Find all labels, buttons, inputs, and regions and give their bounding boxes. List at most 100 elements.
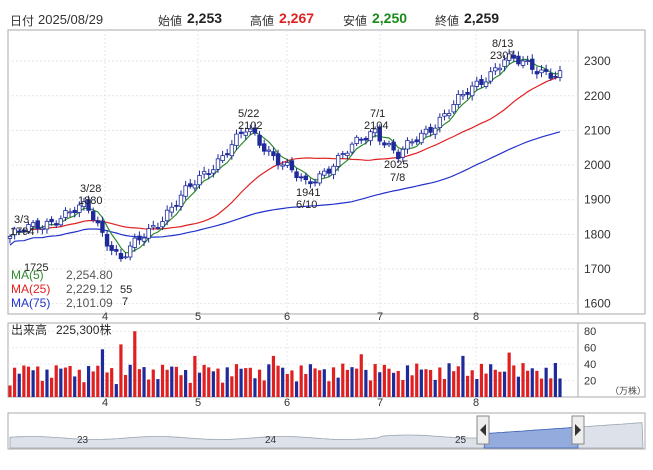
navigator-right-handle[interactable]	[571, 415, 585, 445]
volume-bar	[452, 371, 456, 397]
candle-body	[201, 171, 207, 175]
volume-bar	[553, 362, 557, 397]
candle-body	[197, 175, 202, 186]
annotation-date: 7/1	[370, 108, 385, 120]
candlestick-series	[7, 49, 563, 262]
volume-bar	[276, 365, 280, 397]
volume-bar	[63, 367, 68, 397]
volume-bar	[313, 368, 317, 397]
candle-body	[340, 153, 345, 155]
volume-bar	[225, 367, 229, 397]
volume-bar	[382, 364, 386, 397]
volume-bar	[123, 374, 128, 397]
candle-body	[322, 170, 327, 176]
volume-bar	[8, 385, 12, 397]
candle-body	[49, 218, 54, 223]
annotation-date: 6/10	[296, 199, 317, 211]
candle-body	[100, 220, 105, 233]
annotation-date: 8/13	[492, 38, 513, 50]
volume-bar	[193, 355, 197, 397]
candle-body	[160, 221, 165, 228]
volume-bar	[438, 367, 442, 397]
volume-bar	[114, 384, 118, 397]
candle-body	[525, 60, 530, 63]
volume-bar	[465, 375, 470, 397]
candle-body	[151, 225, 156, 228]
volume-bar	[308, 364, 313, 397]
volume-bar	[331, 367, 336, 397]
price-tick-label: 1600	[584, 297, 611, 311]
navigator-left-handle[interactable]	[476, 415, 490, 445]
volume-bar	[100, 349, 105, 397]
candle-body	[349, 143, 355, 153]
price-tick-label: 1700	[584, 262, 611, 276]
candle-body	[114, 249, 119, 252]
candle-body	[63, 210, 68, 218]
volume-bar	[110, 368, 114, 397]
candle-body	[460, 94, 466, 97]
annotation-value: 1941	[296, 187, 320, 199]
candle-body	[493, 67, 498, 72]
candle-body	[442, 113, 447, 117]
volume-bar	[521, 363, 525, 397]
candle-body	[483, 81, 489, 87]
volume-bar	[73, 376, 77, 397]
volume-bar	[442, 378, 447, 397]
volume-bar	[322, 369, 326, 397]
navigator-year-label: 23	[77, 435, 89, 446]
candle-body	[294, 171, 299, 178]
candle-body	[312, 181, 318, 184]
volume-bar	[489, 364, 493, 397]
volume-bar	[359, 354, 363, 397]
volume-bar	[447, 363, 451, 397]
candle-body	[326, 168, 332, 174]
volume-bar	[327, 381, 331, 397]
candle-body	[183, 185, 188, 197]
annotation-date: 3/3	[14, 214, 29, 226]
month-label: 5	[195, 311, 201, 323]
legend-ma75-value: 2,101.09	[66, 296, 113, 310]
month-label: 6	[284, 397, 290, 409]
volume-bar	[512, 365, 516, 397]
volume-bar	[22, 365, 26, 397]
candle-body	[109, 245, 114, 251]
price-tick-label: 2000	[584, 158, 611, 172]
candle-body	[146, 228, 151, 239]
legend-ma5-value: 2,254.80	[66, 268, 113, 282]
volume-bar	[484, 373, 488, 397]
candle-body	[446, 113, 452, 117]
annotation-value: 1794	[10, 226, 34, 238]
volume-tick-label: 80	[584, 326, 596, 338]
volume-bar	[470, 370, 474, 397]
volume-tick-label: 20	[584, 376, 596, 388]
volume-bar	[281, 367, 285, 397]
volume-bar	[59, 368, 63, 397]
volume-bar	[105, 372, 109, 397]
volume-bar	[68, 366, 72, 397]
candle-body	[95, 220, 101, 224]
volume-bar	[230, 376, 234, 397]
candle-body	[220, 155, 225, 162]
candle-body	[534, 71, 540, 75]
candle-body	[118, 252, 124, 260]
volume-bar	[77, 369, 81, 397]
volume-label: 出来高	[11, 322, 47, 337]
volume-bar	[539, 378, 544, 397]
volume-bar	[156, 379, 160, 397]
candle-body	[433, 127, 438, 135]
volume-bar	[160, 364, 165, 397]
candle-body	[414, 139, 419, 143]
month-label: 8	[473, 311, 479, 323]
volume-bar	[262, 380, 266, 397]
stock-chart-panel: 日付 2025/08/29 始値 2,253 高値 2,267 安値 2,250…	[0, 0, 653, 470]
volume-bar	[119, 344, 123, 397]
candle-body	[553, 75, 558, 78]
volume-bar	[54, 365, 58, 397]
price-axis: 2300 2200 2100 2000 1900 1800 1700 1600	[584, 54, 611, 310]
volume-bar	[526, 370, 530, 397]
month-label: 7	[377, 397, 383, 409]
candle-body	[262, 143, 267, 152]
candle-body	[132, 237, 137, 248]
candle-body	[303, 175, 308, 181]
volume-bar	[364, 369, 368, 397]
